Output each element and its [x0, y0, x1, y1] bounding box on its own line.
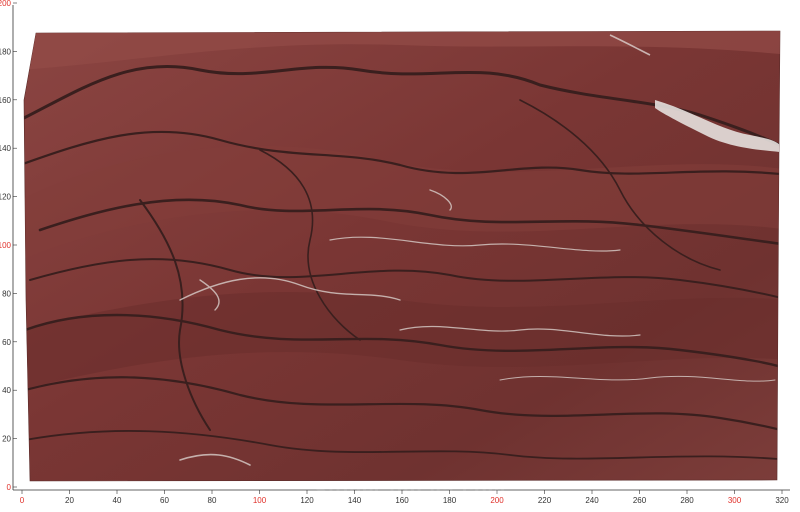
y-tick-label: 0 — [7, 483, 12, 492]
y-tick-label: 100 — [0, 241, 12, 250]
y-tick-label: 200 — [0, 0, 12, 8]
x-tick-label: 60 — [160, 496, 169, 505]
x-tick-label: 40 — [113, 496, 122, 505]
x-tick-label: 20 — [65, 496, 74, 505]
x-tick-label: 0 — [20, 496, 25, 505]
marble-slab — [23, 30, 781, 482]
x-tick-label: 220 — [538, 496, 552, 505]
x-tick-label: 260 — [633, 496, 647, 505]
slab-photo-with-ruler: 0 20 40 60 80 100 120 140 160 180 200 220 240 260 280 3… — [0, 0, 790, 505]
x-tick-label: 240 — [585, 496, 599, 505]
x-tick-label: 80 — [208, 496, 217, 505]
y-tick-label: 40 — [2, 386, 11, 395]
x-tick-label: 120 — [300, 496, 314, 505]
y-tick-label: 160 — [0, 96, 12, 105]
y-tick-label: 120 — [0, 193, 12, 202]
y-tick-label: 20 — [2, 435, 11, 444]
x-tick-label: 320 — [775, 496, 789, 505]
x-tick-label: 100 — [253, 496, 267, 505]
y-tick-label: 180 — [0, 47, 12, 56]
x-tick-label: 280 — [680, 496, 694, 505]
x-tick-label: 300 — [728, 496, 742, 505]
y-tick-label: 60 — [2, 338, 11, 347]
y-tick-label: 80 — [2, 289, 11, 298]
y-tick-label: 140 — [0, 144, 12, 153]
watermark-text: StoneContact.com — [314, 480, 507, 502]
